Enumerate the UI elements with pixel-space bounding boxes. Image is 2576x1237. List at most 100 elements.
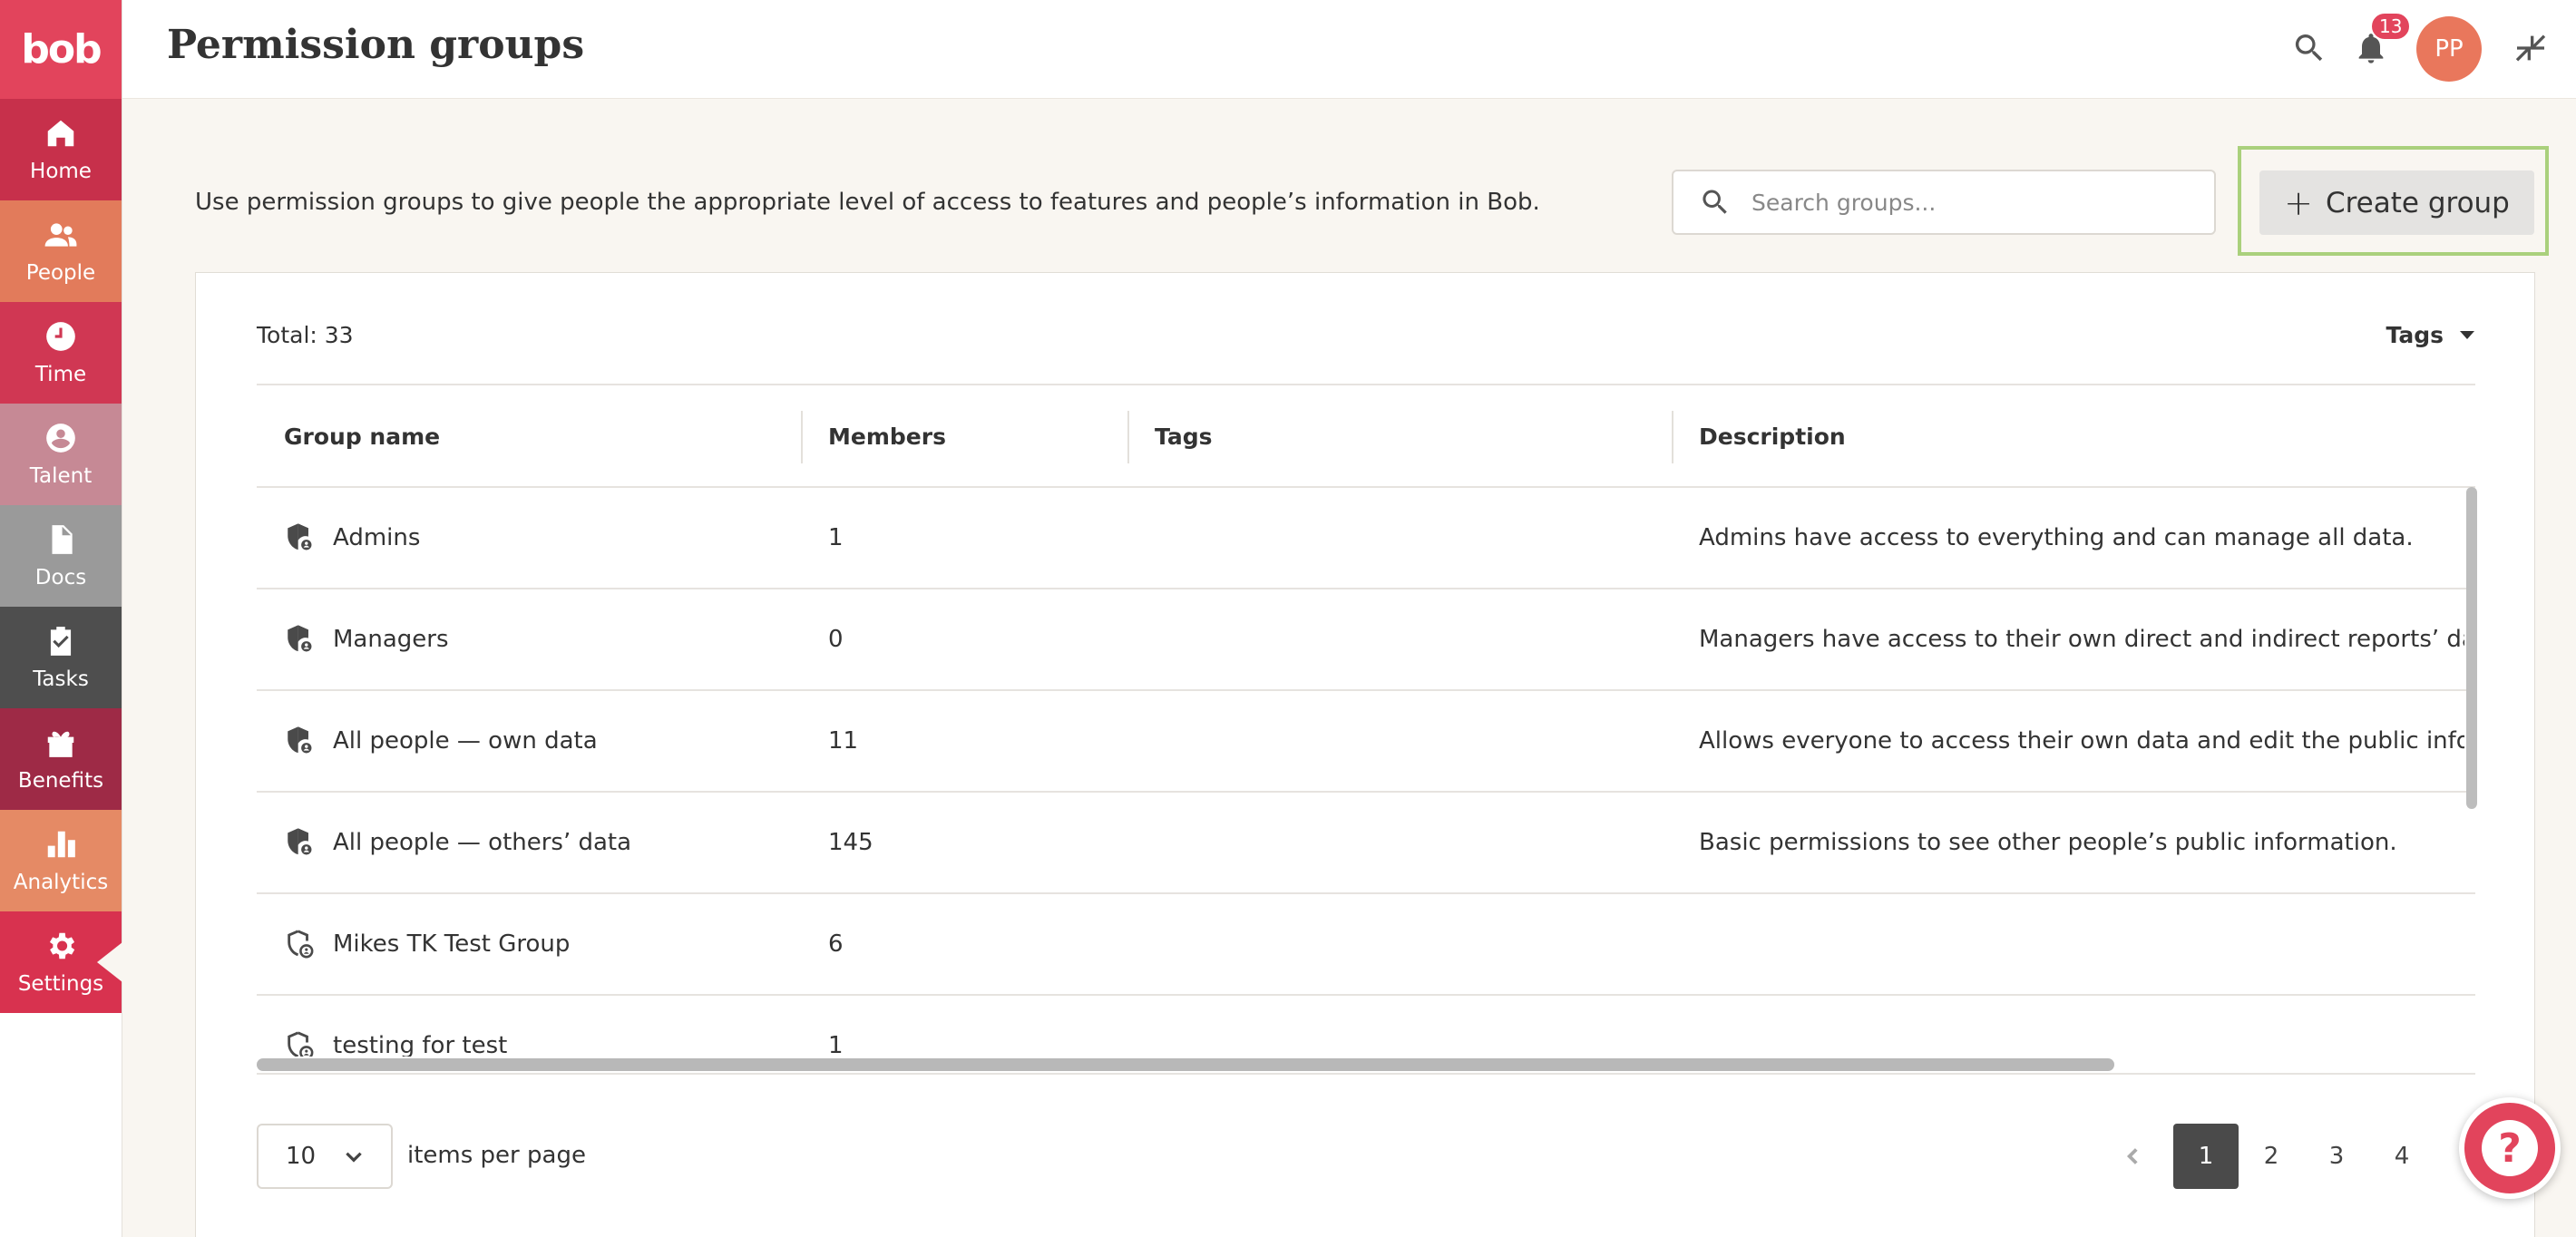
- cell-members: 6: [828, 930, 844, 958]
- page-list: 1234: [2166, 1124, 2435, 1189]
- sidebar-item-home[interactable]: Home: [0, 99, 122, 200]
- groups-table: Group name Members Tags Description Admi…: [257, 384, 2475, 1057]
- sidebar-item-settings[interactable]: Settings: [0, 911, 122, 1013]
- vertical-scroll-track[interactable]: [2464, 487, 2479, 1058]
- table-row[interactable]: testing for test 1: [257, 996, 2475, 1057]
- table-row[interactable]: Admins 1 Admins have access to everything …: [257, 488, 2475, 589]
- clock-icon: [46, 322, 75, 351]
- talent-icon: [46, 424, 75, 453]
- table-body[interactable]: Admins 1 Admins have access to everything …: [257, 488, 2475, 1057]
- tags-filter-dropdown[interactable]: Tags: [2386, 322, 2474, 348]
- create-group-label: Create group: [2325, 186, 2510, 219]
- cell-group-name: All people — own data: [284, 691, 792, 791]
- cell-group-name: All people — others’ data: [284, 793, 792, 892]
- collapse-icon[interactable]: [2508, 25, 2553, 71]
- sidebar-item-label: Settings: [17, 972, 104, 996]
- cell-description: [1699, 894, 2464, 994]
- column-header-tags[interactable]: Tags: [1127, 385, 1672, 488]
- cell-description: Admins have access to everything and can…: [1699, 524, 2414, 551]
- pagination: 1234: [2101, 1124, 2500, 1189]
- cell-description: [1699, 996, 2464, 1057]
- cell-tags: [1155, 589, 1663, 689]
- sidebar-item-label: Talent: [29, 464, 93, 488]
- cell-tags: [1155, 488, 1663, 588]
- sidebar-item-docs[interactable]: Docs: [0, 505, 122, 607]
- column-header-description[interactable]: Description: [1672, 385, 2475, 488]
- group-name-text[interactable]: Admins: [333, 524, 420, 551]
- page-title: Permission groups: [167, 22, 585, 68]
- cell-group-name: Managers: [284, 589, 792, 689]
- shield-filled-icon: [288, 625, 313, 653]
- sidebar-item-benefits[interactable]: Benefits: [0, 708, 122, 810]
- group-name-text[interactable]: All people — own data: [333, 727, 598, 755]
- gift-icon: [47, 731, 74, 757]
- table-row[interactable]: Managers 0 Managers have access to their o…: [257, 589, 2475, 691]
- group-name-text[interactable]: All people — others’ data: [333, 829, 631, 856]
- sidebar-item-tasks[interactable]: Tasks: [0, 607, 122, 708]
- sidebar-item-label: Docs: [34, 566, 87, 589]
- cell-group-name: testing for test: [284, 996, 792, 1057]
- search-icon[interactable]: [2287, 25, 2332, 71]
- items-per-page-select[interactable]: 10: [257, 1124, 393, 1189]
- cell-members: 145: [828, 829, 873, 856]
- shield-filled-icon: [288, 828, 313, 856]
- sidebar-item-label: Benefits: [17, 769, 104, 793]
- shield-filled-icon: [288, 523, 313, 551]
- cell-members: 1: [828, 1032, 844, 1057]
- page-button-4[interactable]: 4: [2369, 1124, 2435, 1189]
- group-name-text[interactable]: testing for test: [333, 1032, 507, 1057]
- cell-tags: [1155, 691, 1663, 791]
- sidebar-item-time[interactable]: Time: [0, 302, 122, 404]
- items-per-page-label: items per page: [407, 1142, 586, 1169]
- chevron-left-icon: [2126, 1148, 2138, 1164]
- table-row[interactable]: Mikes TK Test Group 6: [257, 894, 2475, 996]
- cell-group-name: Admins: [284, 488, 792, 588]
- create-group-button[interactable]: + Create group: [2259, 170, 2534, 235]
- sidebar-item-talent[interactable]: Talent: [0, 404, 122, 505]
- page-button-2[interactable]: 2: [2239, 1124, 2304, 1189]
- notification-badge: 13: [2370, 12, 2412, 41]
- horizontal-scrollbar[interactable]: [257, 1058, 2114, 1071]
- sidebar-item-analytics[interactable]: Analytics: [0, 810, 122, 911]
- document-icon: [52, 525, 73, 554]
- sidebar-item-people[interactable]: People: [0, 200, 122, 302]
- help-button[interactable]: ?: [2459, 1097, 2561, 1199]
- gear-icon: [49, 932, 75, 959]
- cell-members: 11: [828, 727, 859, 755]
- cell-description: Managers have access to their own direct…: [1699, 626, 2464, 653]
- table-row[interactable]: All people — others’ data 145 Basic permis…: [257, 793, 2475, 894]
- table-bottom-divider: [257, 1073, 2475, 1075]
- question-mark-icon: ?: [2482, 1120, 2538, 1176]
- people-icon: [44, 223, 77, 247]
- table-row[interactable]: All people — own data 11 Allows everyone t…: [257, 691, 2475, 793]
- search-input[interactable]: [1751, 189, 2187, 216]
- shield-outline-icon: [288, 930, 314, 959]
- page-button-1[interactable]: 1: [2173, 1124, 2239, 1189]
- intro-text: Use permission groups to give people the…: [195, 189, 1540, 216]
- sidebar-item-label: Time: [34, 363, 87, 386]
- vertical-scrollbar-thumb[interactable]: [2466, 487, 2477, 809]
- cell-members: 1: [828, 524, 844, 551]
- cell-members: 0: [828, 626, 844, 653]
- search-box[interactable]: [1672, 170, 2216, 235]
- items-per-page-value: 10: [286, 1143, 317, 1170]
- avatar[interactable]: PP: [2416, 16, 2482, 82]
- cell-tags: [1155, 894, 1663, 994]
- chevron-down-icon: [346, 1152, 362, 1163]
- bob-logo[interactable]: bob: [0, 0, 122, 99]
- total-count: Total: 33: [257, 322, 354, 348]
- cell-tags: [1155, 793, 1663, 892]
- sidebar-nav: Home People Time Talent Docs Tasks Benefits Ana…: [0, 99, 122, 1013]
- page-button-3[interactable]: 3: [2304, 1124, 2369, 1189]
- previous-page-button[interactable]: [2101, 1124, 2166, 1189]
- column-header-group-name[interactable]: Group name: [257, 385, 801, 488]
- sidebar-item-label: People: [25, 261, 96, 285]
- cell-description: Basic permissions to see other people’s …: [1699, 829, 2397, 856]
- clipboard-check-icon: [50, 627, 72, 656]
- group-name-text[interactable]: Managers: [333, 626, 449, 653]
- tags-filter-label: Tags: [2386, 322, 2444, 348]
- sidebar-item-label: Tasks: [33, 667, 89, 691]
- bar-chart-icon: [47, 831, 75, 858]
- group-name-text[interactable]: Mikes TK Test Group: [333, 930, 570, 958]
- column-header-members[interactable]: Members: [801, 385, 1127, 488]
